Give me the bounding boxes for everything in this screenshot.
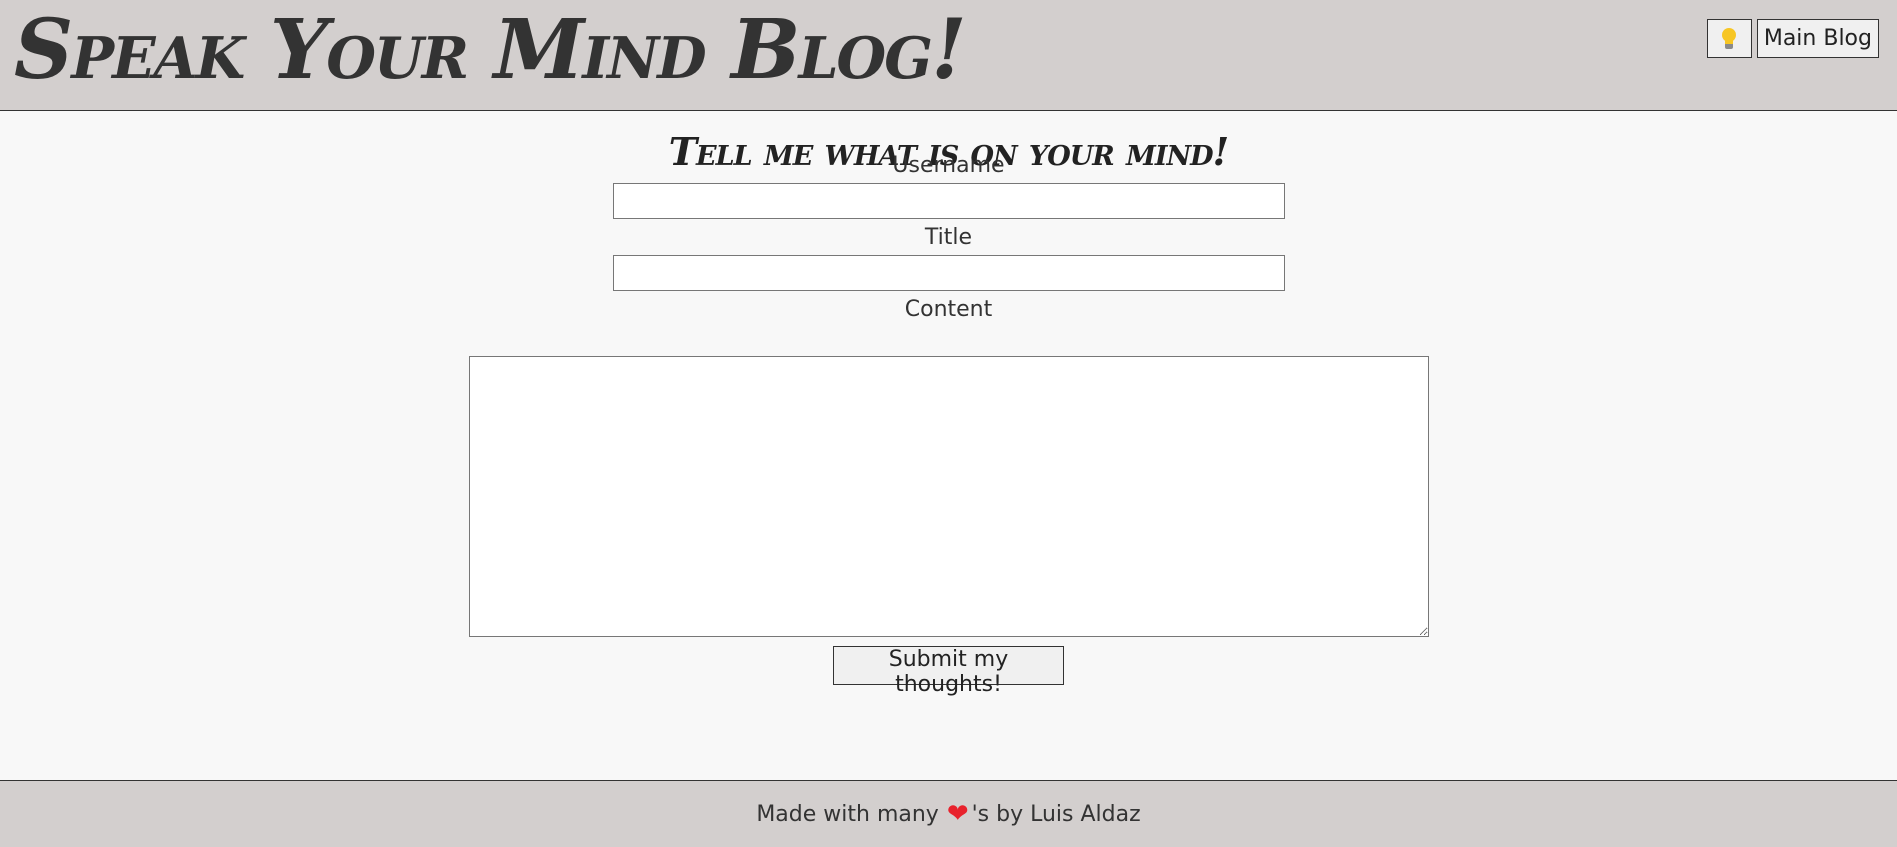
heart-icon: ❤ <box>946 799 969 829</box>
footer-suffix: 's by Luis Aldaz <box>971 801 1141 827</box>
username-input[interactable] <box>613 183 1285 219</box>
footer-prefix: Made with many <box>756 801 939 827</box>
lightbulb-icon <box>1721 27 1737 50</box>
header-buttons: Main Blog <box>1706 19 1879 58</box>
content-label: Content <box>904 297 993 322</box>
main-blog-button[interactable]: Main Blog <box>1756 19 1879 58</box>
post-form: Tell me what is on your mind! Username T… <box>0 111 1897 780</box>
site-header: Speak Your Mind Blog! Main Blog <box>0 0 1897 111</box>
theme-toggle-button[interactable] <box>1706 19 1752 58</box>
title-input[interactable] <box>613 255 1285 291</box>
site-title: Speak Your Mind Blog! <box>14 2 967 98</box>
title-label: Title <box>924 225 973 250</box>
username-label: Username <box>892 153 1005 178</box>
content-textarea[interactable] <box>469 356 1429 637</box>
submit-button[interactable]: Submit my thoughts! <box>833 646 1064 697</box>
site-footer: Made with many ❤ 's by Luis Aldaz <box>0 780 1897 847</box>
